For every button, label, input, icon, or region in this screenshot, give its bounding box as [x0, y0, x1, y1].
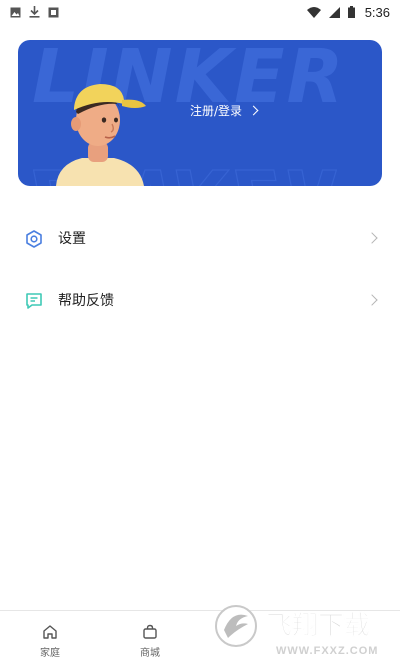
settings-icon [24, 229, 44, 249]
status-bar-right: 5:36 [306, 3, 390, 22]
tab-label: 家庭 [40, 648, 60, 659]
tab-label: 商城 [140, 648, 160, 659]
watermark-subtitle: WWW.FXXZ.COM [276, 645, 378, 657]
app-notification-icon [48, 3, 59, 22]
profile-page: LINKER LINKER 注册/登录 [0, 24, 400, 610]
wifi-icon [306, 3, 321, 22]
signal-icon [328, 3, 340, 22]
home-icon [43, 625, 57, 639]
login-register-label: 注册/登录 [190, 104, 243, 118]
chevron-right-icon [248, 105, 259, 116]
status-bar: 5:36 [0, 0, 400, 24]
tab-home[interactable]: 家庭 [0, 611, 100, 667]
login-register-link[interactable]: 注册/登录 [190, 102, 259, 119]
watermark-title: 飞翔下载 [266, 611, 370, 641]
tab-shop[interactable]: 商城 [100, 611, 200, 667]
menu-item-settings[interactable]: 设置 [0, 212, 400, 264]
status-time: 5:36 [364, 4, 390, 20]
menu-item-label: 帮助反馈 [58, 293, 114, 309]
avatar [56, 84, 146, 186]
site-watermark-logo: 飞翔下载 WWW.FXXZ.COM [215, 605, 378, 657]
battery-icon [347, 3, 355, 22]
download-icon [29, 3, 40, 22]
image-icon [10, 3, 21, 22]
chevron-right-icon [366, 294, 378, 306]
menu-item-help-feedback[interactable]: 帮助反馈 [0, 274, 400, 326]
shop-bag-icon [143, 624, 157, 639]
feedback-icon [24, 291, 44, 311]
login-banner[interactable]: LINKER LINKER 注册/登录 [18, 40, 382, 186]
status-bar-left [10, 3, 59, 22]
chevron-right-icon [366, 232, 378, 244]
menu-item-label: 设置 [58, 231, 86, 247]
